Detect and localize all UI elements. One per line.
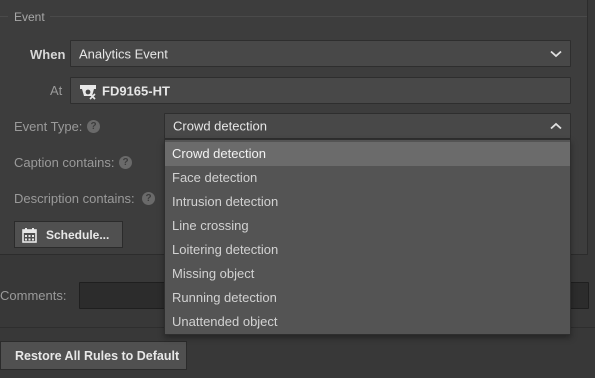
at-field[interactable]: FD9165-HT bbox=[70, 77, 571, 104]
event-type-dropdown: Crowd detection Face detection Intrusion… bbox=[164, 139, 571, 335]
question-circle-icon[interactable]: ? bbox=[142, 192, 155, 205]
schedule-button-label: Schedule... bbox=[46, 228, 110, 242]
section-divider bbox=[50, 16, 587, 17]
caption-label: Caption contains: bbox=[14, 155, 115, 170]
question-circle-icon[interactable]: ? bbox=[119, 156, 132, 169]
dropdown-option-unattended-object[interactable]: Unattended object bbox=[165, 310, 570, 334]
dropdown-option-missing-object[interactable]: Missing object bbox=[165, 262, 570, 286]
schedule-button[interactable]: Schedule... bbox=[14, 221, 123, 248]
when-select[interactable]: Analytics Event bbox=[70, 40, 571, 67]
chevron-down-icon bbox=[550, 50, 562, 57]
comments-label: Comments: bbox=[0, 288, 67, 303]
event-type-label: Event Type: bbox=[14, 119, 83, 134]
camera-icon bbox=[80, 85, 96, 100]
restore-defaults-button[interactable]: Restore All Rules to Default bbox=[0, 341, 187, 370]
at-value: FD9165-HT bbox=[102, 83, 170, 98]
section-divider bbox=[0, 16, 8, 17]
event-type-value: Crowd detection bbox=[173, 118, 267, 134]
section-title: Event bbox=[14, 10, 45, 24]
at-label: At bbox=[50, 83, 63, 98]
description-label: Description contains: bbox=[14, 191, 135, 206]
dropdown-option-line-crossing[interactable]: Line crossing bbox=[165, 214, 570, 238]
dropdown-option-crowd-detection[interactable]: Crowd detection bbox=[165, 142, 570, 166]
calendar-icon bbox=[22, 228, 37, 243]
dropdown-option-running-detection[interactable]: Running detection bbox=[165, 286, 570, 310]
dropdown-option-intrusion-detection[interactable]: Intrusion detection bbox=[165, 190, 570, 214]
restore-defaults-label: Restore All Rules to Default bbox=[15, 349, 180, 363]
dropdown-option-face-detection[interactable]: Face detection bbox=[165, 166, 570, 190]
when-select-value: Analytics Event bbox=[79, 46, 168, 61]
chevron-up-icon bbox=[550, 122, 562, 130]
dropdown-option-loitering-detection[interactable]: Loitering detection bbox=[165, 238, 570, 262]
event-type-select[interactable]: Crowd detection bbox=[164, 113, 571, 139]
when-label: When bbox=[30, 47, 66, 62]
question-circle-icon[interactable]: ? bbox=[87, 120, 100, 133]
